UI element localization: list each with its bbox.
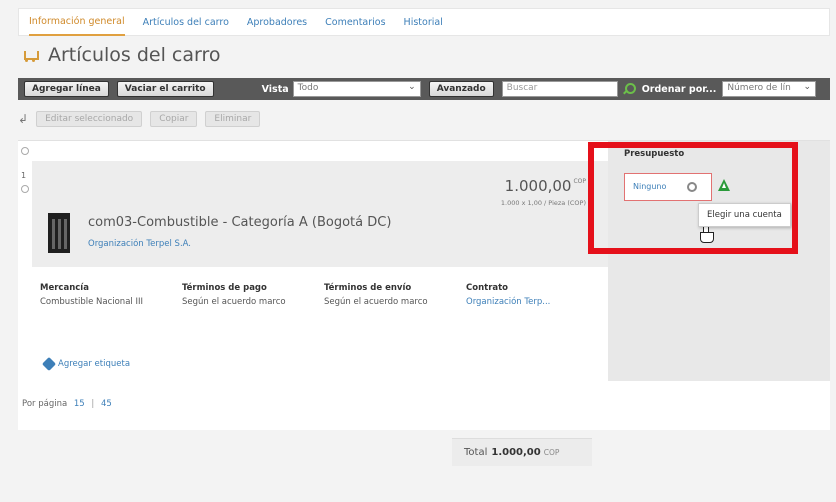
chevron-down-icon: ⌄ — [803, 82, 811, 92]
tab-comments[interactable]: Comentarios — [325, 10, 385, 35]
total-value: 1.000,00 — [491, 447, 541, 458]
product-name[interactable]: com03-Combustible - Categoría A (Bogotá … — [88, 215, 391, 230]
toolbar: Agregar línea Vaciar el carrito Vista To… — [18, 78, 830, 100]
view-label: Vista — [261, 83, 289, 95]
empty-cart-button[interactable]: Vaciar el carrito — [116, 81, 214, 97]
edit-selected-button[interactable]: Editar seleccionado — [36, 111, 143, 127]
item-row: 1.000,00 COP 1.000 x 1,00 / Pieza (COP) c… — [32, 161, 608, 267]
selection-strip: 1 — [18, 141, 32, 291]
detail-contract: Contrato Organización Terp... — [466, 283, 604, 307]
copy-button[interactable]: Copiar — [150, 111, 198, 127]
row-number: 1 — [21, 171, 27, 180]
order-by-select-value: Número de lín — [727, 83, 791, 93]
contract-link[interactable]: Organización Terp... — [466, 297, 604, 307]
total-label: Total — [464, 447, 488, 458]
search-icon[interactable] — [622, 83, 636, 95]
tab-bar: Información general Artículos del carro … — [18, 8, 830, 36]
per-page-separator: | — [91, 399, 95, 409]
detail-header: Contrato — [466, 283, 509, 293]
per-page-45[interactable]: 45 — [101, 399, 112, 409]
order-by-label: Ordenar por... — [641, 83, 717, 95]
advanced-button[interactable]: Avanzado — [428, 81, 494, 97]
tab-general-info[interactable]: Información general — [29, 9, 125, 36]
title-row: Artículos del carro — [22, 44, 221, 66]
view-select-value: Todo — [297, 83, 319, 93]
detail-header: Mercancía — [40, 283, 89, 293]
item-price: 1.000,00 COP — [505, 177, 586, 195]
tab-cart-items[interactable]: Artículos del carro — [143, 10, 229, 35]
order-by-select[interactable]: Número de lín ⌄ — [722, 81, 816, 97]
item-price-value: 1.000,00 — [504, 177, 572, 195]
detail-value: Según el acuerdo marco — [182, 297, 286, 307]
add-line-button[interactable]: Agregar línea — [24, 81, 109, 97]
select-all-checkbox[interactable] — [21, 147, 29, 155]
add-tag-label: Agregar etiqueta — [58, 359, 131, 369]
item-details: Mercancía Combustible Nacional III Térmi… — [40, 283, 608, 307]
highlight-box — [588, 142, 798, 254]
cart-icon — [22, 48, 40, 62]
total-currency: COP — [543, 448, 560, 457]
delete-button[interactable]: Eliminar — [205, 111, 261, 127]
per-page-label: Por página — [22, 399, 68, 409]
detail-shipping-terms: Términos de envío Según el acuerdo marco — [324, 283, 462, 307]
detail-header: Términos de envío — [324, 283, 412, 293]
action-row: ↲ Editar seleccionado Copiar Eliminar — [18, 108, 268, 130]
cart-total: Total 1.000,00 COP — [452, 438, 592, 466]
view-select[interactable]: Todo ⌄ — [292, 81, 421, 97]
pagination: Por página 15 | 45 — [22, 399, 112, 409]
search-input[interactable]: Buscar — [501, 81, 618, 97]
item-price-detail: 1.000 x 1,00 / Pieza (COP) — [500, 199, 586, 207]
tag-icon — [41, 356, 57, 372]
detail-header: Términos de pago — [182, 283, 267, 293]
page-title: Artículos del carro — [48, 44, 221, 66]
tab-approvers[interactable]: Aprobadores — [247, 10, 307, 35]
return-arrow-icon[interactable]: ↲ — [18, 112, 28, 126]
add-tag-link[interactable]: Agregar etiqueta — [41, 356, 131, 372]
supplier-link[interactable]: Organización Terpel S.A. — [88, 239, 191, 249]
tab-history[interactable]: Historial — [404, 10, 443, 35]
detail-value: Según el acuerdo marco — [324, 297, 428, 307]
chevron-down-icon: ⌄ — [408, 82, 416, 92]
product-thumbnail[interactable] — [48, 213, 70, 253]
row-checkbox[interactable] — [21, 185, 29, 193]
detail-payment-terms: Términos de pago Según el acuerdo marco — [182, 283, 320, 307]
detail-commodity: Mercancía Combustible Nacional III — [40, 283, 178, 307]
item-price-currency: COP — [573, 178, 586, 185]
per-page-15[interactable]: 15 — [74, 399, 85, 409]
detail-value: Combustible Nacional III — [40, 297, 143, 307]
